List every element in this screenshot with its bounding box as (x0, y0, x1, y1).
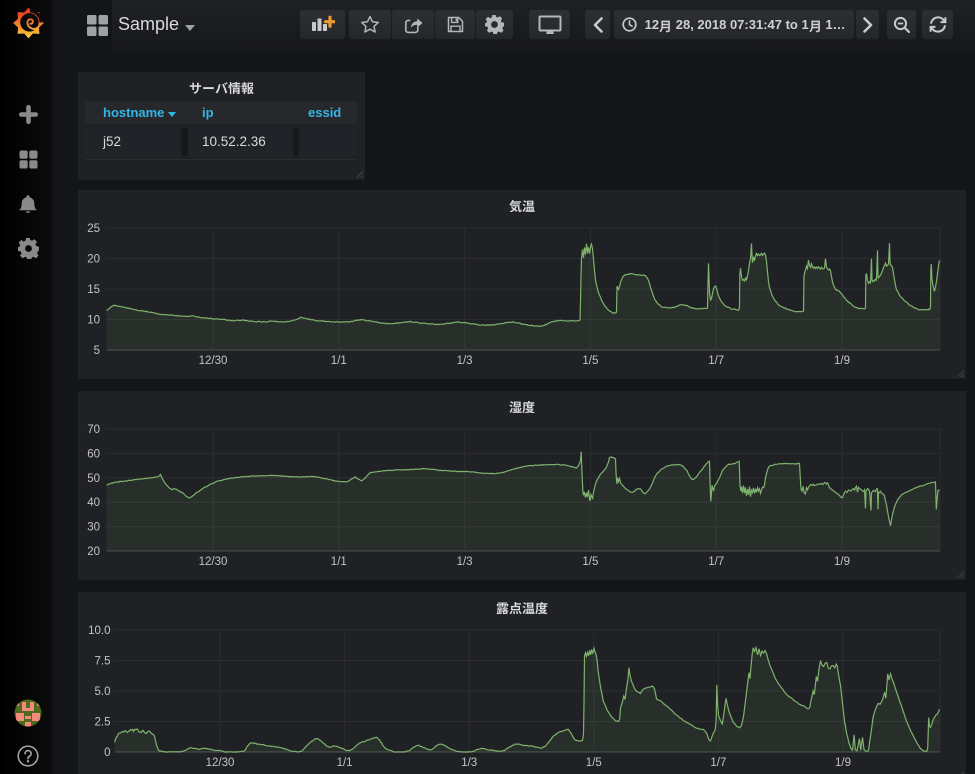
svg-text:1/1: 1/1 (337, 757, 353, 769)
svg-text:15: 15 (87, 284, 100, 296)
svg-text:1/7: 1/7 (710, 757, 726, 769)
svg-text:12/30: 12/30 (199, 355, 228, 367)
svg-text:40: 40 (87, 497, 100, 509)
svg-text:30: 30 (87, 522, 100, 534)
svg-text:1/3: 1/3 (457, 556, 473, 568)
svg-text:1/5: 1/5 (586, 757, 602, 769)
svg-text:12/30: 12/30 (206, 757, 235, 769)
svg-text:20: 20 (87, 254, 100, 266)
svg-text:5: 5 (94, 345, 100, 357)
svg-text:1/3: 1/3 (461, 757, 477, 769)
svg-text:7.5: 7.5 (95, 656, 111, 668)
svg-text:1/7: 1/7 (708, 355, 724, 367)
svg-text:1/7: 1/7 (708, 556, 724, 568)
svg-text:1/1: 1/1 (331, 556, 347, 568)
svg-text:5.0: 5.0 (95, 686, 111, 698)
svg-text:20: 20 (87, 546, 100, 558)
svg-text:60: 60 (87, 448, 100, 460)
svg-text:1/1: 1/1 (331, 355, 347, 367)
svg-text:1/5: 1/5 (582, 355, 598, 367)
svg-text:25: 25 (87, 223, 100, 235)
svg-text:70: 70 (87, 424, 100, 436)
svg-text:1/3: 1/3 (457, 355, 473, 367)
svg-text:12/30: 12/30 (199, 556, 228, 568)
svg-text:0: 0 (104, 747, 110, 759)
svg-text:10: 10 (87, 315, 100, 327)
svg-text:1/9: 1/9 (834, 556, 850, 568)
svg-text:50: 50 (87, 473, 100, 485)
svg-text:1/9: 1/9 (834, 355, 850, 367)
svg-text:1/9: 1/9 (835, 757, 851, 769)
svg-text:2.5: 2.5 (95, 717, 111, 729)
svg-text:1/5: 1/5 (582, 556, 598, 568)
svg-text:10.0: 10.0 (88, 625, 110, 637)
